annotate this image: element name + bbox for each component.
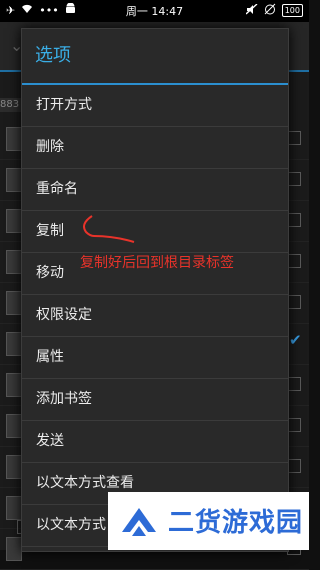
file-icon [6, 496, 22, 520]
dialog-title: 选项 [22, 29, 288, 85]
file-icon [6, 209, 22, 233]
checkbox [287, 172, 301, 186]
checkbox: ✔ [289, 331, 302, 349]
checkbox [287, 254, 301, 268]
annotation-arrow-icon [78, 214, 138, 250]
alarm-off-icon [264, 3, 276, 18]
file-icon [6, 250, 22, 274]
options-dialog: 选项 打开方式 删除 重命名 复制 移动 权限设定 属性 添加书签 发送 以文本… [21, 28, 289, 552]
watermark-text: 二货游戏园 [168, 508, 304, 538]
menu-item-delete[interactable]: 删除 [22, 127, 288, 169]
checkbox [287, 459, 301, 473]
battery-icon: 100 [281, 4, 303, 17]
checkbox [287, 418, 301, 432]
watermark-logo-icon [118, 502, 160, 544]
file-icon [6, 168, 22, 192]
checkbox [287, 377, 301, 391]
menu-item-rename[interactable]: 重命名 [22, 169, 288, 211]
file-icon [6, 537, 22, 561]
file-icon [6, 373, 22, 397]
file-icon [6, 291, 22, 315]
checkbox [287, 295, 301, 309]
checkbox [287, 131, 301, 145]
file-icon [6, 455, 22, 479]
menu-item-copy[interactable]: 复制 [22, 211, 288, 253]
watermark: 二货游戏园 [108, 492, 309, 550]
file-icon [6, 127, 22, 151]
file-icon [6, 414, 22, 438]
menu-item-open-with[interactable]: 打开方式 [22, 85, 288, 127]
mute-icon [245, 2, 258, 18]
file-icon [6, 332, 22, 356]
menu-item-permissions[interactable]: 权限设定 [22, 295, 288, 337]
menu-item-properties[interactable]: 属性 [22, 337, 288, 379]
checkbox [287, 213, 301, 227]
annotation-text: 复制好后回到根目录标签 [80, 255, 234, 271]
menu-item-add-bookmark[interactable]: 添加书签 [22, 379, 288, 421]
status-bar: ✈ ••• 周一 14:47 100 [0, 0, 309, 22]
menu-item-send[interactable]: 发送 [22, 421, 288, 463]
